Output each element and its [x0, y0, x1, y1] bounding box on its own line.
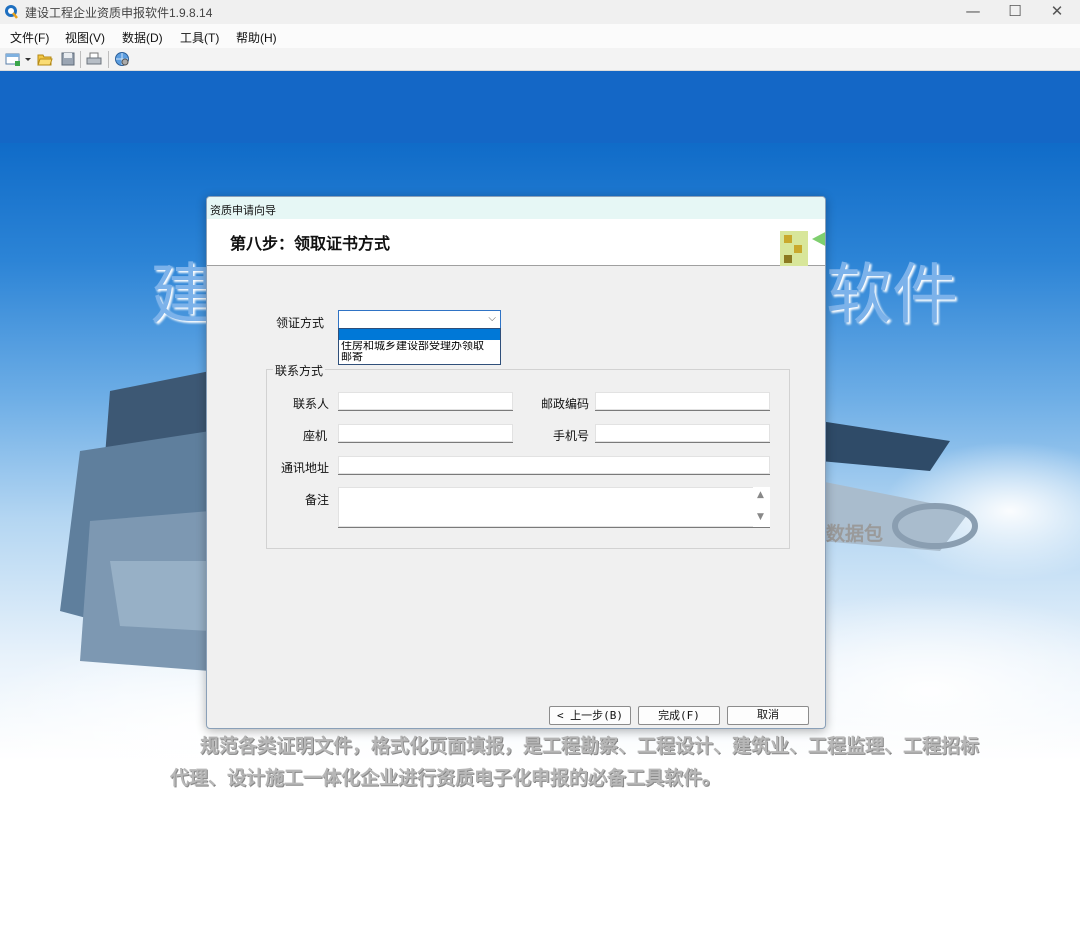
contact-group-title: 联系方式 — [273, 362, 326, 379]
wizard-dialog: 资质申请向导 第八步：领取证书方式 领证方式 ⌵ 联系方式 联系人 邮政编码 座… — [206, 196, 826, 729]
dialog-header: 第八步：领取证书方式 — [207, 219, 825, 266]
toolbar-separator — [80, 51, 81, 68]
dropdown-item-highlighted-blank[interactable] — [339, 329, 500, 340]
prev-step-button[interactable]: < 上一步(B) — [549, 706, 631, 725]
remarks-label: 备注 — [305, 493, 330, 507]
postal-code-field[interactable] — [595, 392, 770, 411]
menu-view[interactable]: 视图(V) — [65, 29, 105, 46]
toolbar-separator — [108, 51, 109, 68]
method-select[interactable]: ⌵ — [338, 310, 501, 330]
chevron-down-icon[interactable]: ⌵ — [488, 313, 496, 324]
window-titlebar: 建设工程企业资质申报软件1.9.8.14 — ☐ ✕ — [0, 0, 1080, 24]
scroll-down-arrow-icon[interactable]: ▼ — [757, 512, 764, 522]
window-title: 建设工程企业资质申报软件1.9.8.14 — [25, 6, 213, 20]
remarks-scrollbar[interactable]: ▲ ▼ — [753, 487, 770, 527]
mobile-label: 手机号 — [553, 429, 590, 443]
print-icon[interactable] — [86, 51, 102, 67]
dialog-titlebar: 资质申请向导 — [207, 197, 825, 219]
scroll-up-arrow-icon[interactable]: ▲ — [757, 490, 764, 500]
contact-person-label: 联系人 — [293, 397, 330, 411]
toolbar — [0, 48, 1080, 71]
globe-network-icon[interactable] — [114, 51, 130, 67]
cancel-button[interactable]: 取消 — [727, 706, 809, 725]
dropdown-arrow-icon[interactable] — [23, 51, 33, 67]
app-logo-icon — [5, 5, 18, 19]
document-stack-graphic — [60, 371, 210, 671]
address-field[interactable] — [338, 456, 770, 475]
menu-tools[interactable]: 工具(T) — [180, 29, 219, 46]
wizard-logo-icon — [780, 231, 825, 266]
splash-side-text: 数据包 — [826, 524, 884, 545]
header-band — [0, 71, 1080, 143]
remarks-textarea[interactable]: ▲ ▼ — [338, 487, 770, 528]
postal-code-label: 邮政编码 — [541, 397, 590, 411]
close-window-button[interactable]: ✕ — [1034, 0, 1080, 24]
dialog-title: 资质申请向导 — [210, 205, 276, 217]
mobile-field[interactable] — [595, 424, 770, 443]
method-label: 领证方式 — [276, 316, 325, 330]
menu-data[interactable]: 数据(D) — [122, 29, 163, 46]
splash-description: 规范各类证明文件，格式化页面填报，是工程勘察、工程设计、建筑业、工程监理、工程招… — [170, 736, 980, 789]
new-file-icon[interactable] — [5, 51, 21, 67]
address-label: 通讯地址 — [281, 461, 330, 475]
open-folder-icon[interactable] — [37, 51, 53, 67]
step-title: 第八步：领取证书方式 — [230, 234, 391, 253]
maximize-button[interactable]: ☐ — [992, 0, 1038, 24]
method-dropdown-list: 住房和城乡建设部受理办领取 邮寄 — [338, 328, 501, 365]
landline-field[interactable] — [338, 424, 513, 443]
menu-help[interactable]: 帮助(H) — [236, 29, 277, 46]
dropdown-item-pickup[interactable]: 住房和城乡建设部受理办领取 — [339, 341, 500, 352]
minimize-button[interactable]: — — [950, 0, 996, 24]
save-icon[interactable] — [60, 51, 76, 67]
contact-person-field[interactable] — [338, 392, 513, 411]
menu-bar: 文件(F) 视图(V) 数据(D) 工具(T) 帮助(H) — [0, 24, 1080, 48]
dropdown-item-mail[interactable]: 邮寄 — [339, 352, 500, 363]
finish-button[interactable]: 完成(F) — [638, 706, 720, 725]
landline-label: 座机 — [303, 429, 328, 443]
menu-file[interactable]: 文件(F) — [10, 29, 49, 46]
splash-title-right: 软件 — [826, 256, 958, 333]
